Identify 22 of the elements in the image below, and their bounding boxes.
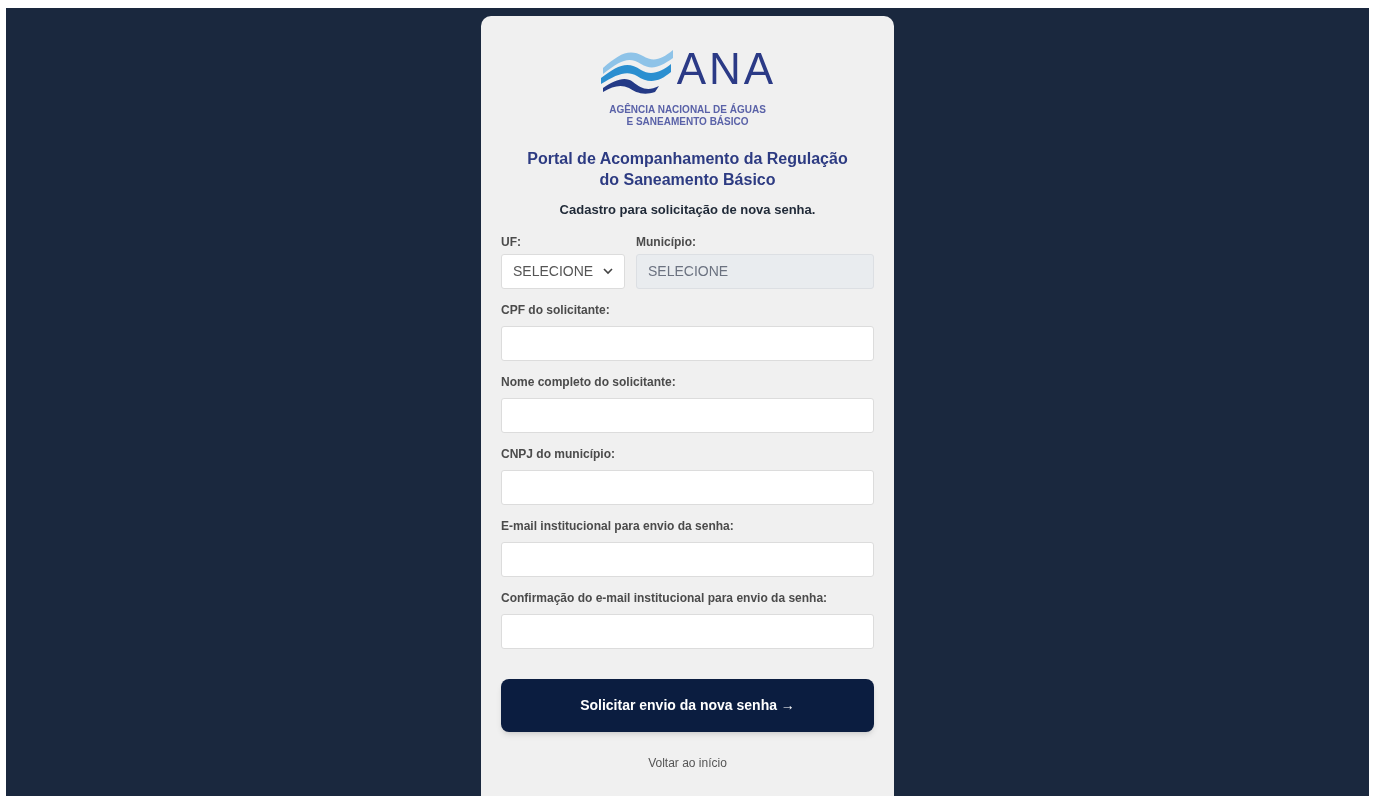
logo-wordmark: ANA	[676, 47, 777, 91]
logo-subtitle: E SANEAMENTO BÁSICO	[626, 116, 749, 128]
portal-title: Portal de Acompanhamento da Regulação	[527, 149, 848, 169]
field-label: Confirmação do e-mail institucional para envio da senha:	[501, 589, 829, 607]
text-input[interactable]	[501, 541, 874, 577]
field-label: Nome completo do solicitante:	[501, 373, 677, 391]
field-label: E-mail institucional para envio da senha:	[501, 517, 735, 535]
text-input[interactable]	[501, 613, 874, 649]
portal-title: do Saneamento Básico	[599, 170, 776, 190]
logo-subtitle: AGÊNCIA NACIONAL DE ÁGUAS	[609, 104, 766, 115]
field-label: CPF do solicitante:	[501, 301, 611, 319]
submit-button[interactable]: Solicitar envio da nova senha →	[501, 678, 874, 732]
field-label: Município:	[636, 233, 697, 251]
dropdown-select[interactable]: SELECIONE	[501, 253, 625, 289]
back-link[interactable]: Voltar ao início	[648, 753, 727, 772]
text-input[interactable]	[501, 397, 874, 433]
text-input[interactable]	[501, 325, 874, 361]
text-input[interactable]	[501, 469, 874, 505]
field-label: CNPJ do município:	[501, 445, 616, 463]
chevron-down-icon	[603, 267, 613, 275]
field-label: UF:	[501, 233, 522, 251]
form-subtitle: Cadastro para solicitação de nova senha.	[558, 201, 817, 219]
